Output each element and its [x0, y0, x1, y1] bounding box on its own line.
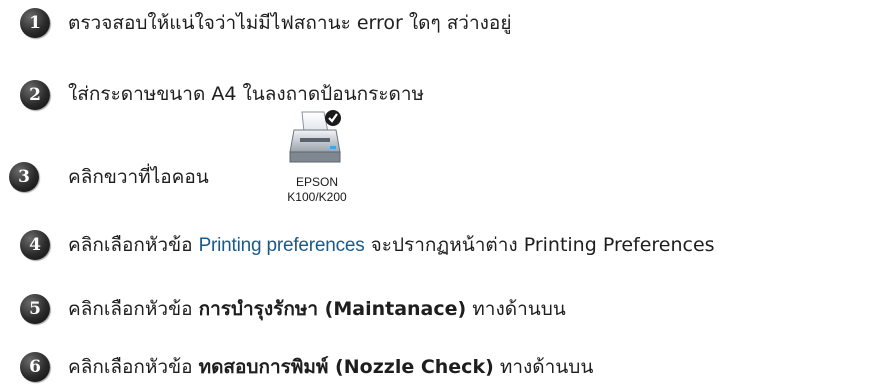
step-text: ตรวจสอบให้แน่ใจว่าไม่มีไฟสถานะ error ใดๆ… [68, 12, 512, 34]
step-number-badge: 2 [20, 80, 50, 110]
step-text: คลิกเลือกหัวข้อ การบำรุงรักษา (Maintanac… [68, 298, 566, 320]
step-number-badge: 3 [9, 162, 39, 192]
step-number-badge: 5 [20, 294, 50, 324]
printer-icon [289, 110, 341, 163]
step-text: คลิกเลือกหัวข้อ Printing preferences จะป… [68, 234, 715, 256]
step-number-badge: 1 [20, 8, 50, 38]
step-number-badge: 4 [20, 230, 50, 260]
maintenance-tab-label: การบำรุงรักษา (Maintanace) [198, 298, 467, 320]
step-number-badge: 6 [20, 352, 50, 382]
step-text: ใส่กระดาษขนาด A4 ในลงถาดป้อนกระดาษ [68, 83, 425, 105]
step-text: คลิกเลือกหัวข้อ ทดสอบการพิมพ์ (Nozzle Ch… [68, 356, 594, 378]
printer-icon-label: EPSON K100/K200 [287, 175, 347, 204]
step-text: คลิกขวาที่ไอคอน [68, 166, 209, 188]
nozzle-check-label: ทดสอบการพิมพ์ (Nozzle Check) [198, 356, 494, 378]
printing-preferences-menu-label: Printing preferences [198, 235, 365, 256]
